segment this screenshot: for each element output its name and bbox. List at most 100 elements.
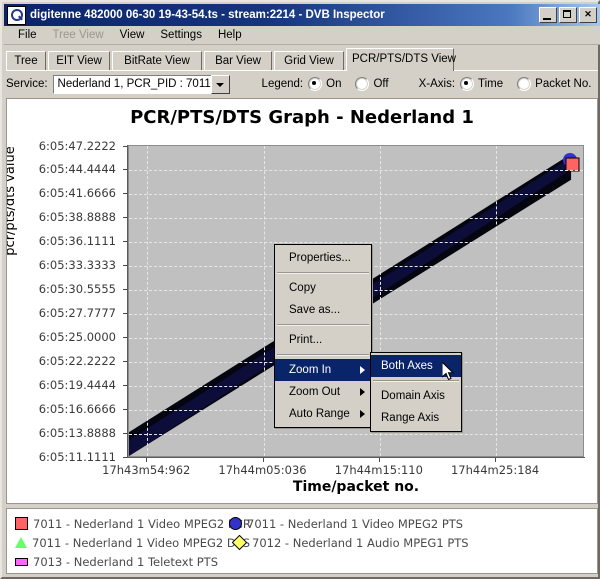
menu-file[interactable]: File <box>10 27 45 43</box>
tab-underline <box>6 70 598 71</box>
y-tick-label: 6:05:38.8888 <box>6 210 116 224</box>
y-tick-mark <box>123 313 127 314</box>
xaxis-time-radio[interactable] <box>460 77 474 91</box>
menu-settings[interactable]: Settings <box>152 27 210 43</box>
xaxis-time-label[interactable]: Time <box>478 78 503 90</box>
tab-eit-view[interactable]: EIT View <box>48 51 110 70</box>
legend-marker-rect-icon <box>15 558 28 566</box>
y-tick-mark <box>123 146 127 147</box>
y-tick-mark <box>123 217 127 218</box>
x-axis-title: Time/packet no. <box>128 479 584 495</box>
x-tick-mark <box>263 458 264 462</box>
window-title: digitenne 482000 06-30 19-43-54.ts - str… <box>30 9 539 21</box>
y-tick-mark <box>123 385 127 386</box>
context-menu-item-label: Copy <box>289 282 316 294</box>
xaxis-packet-label[interactable]: Packet No. <box>535 78 591 90</box>
y-tick-mark <box>123 193 127 194</box>
context-menu-item-label: Save as... <box>289 304 340 316</box>
vertical-gridline <box>147 146 148 456</box>
y-tick-mark <box>123 169 127 170</box>
tab-bar: TreeEIT ViewBitRate ViewBar ViewGrid Vie… <box>6 48 598 70</box>
y-tick-label: 6:05:44.4444 <box>6 162 116 176</box>
application-window: digitenne 482000 06-30 19-43-54.ts - str… <box>0 0 600 579</box>
context-menu-item-zoom-out[interactable]: Zoom Out <box>275 381 371 403</box>
legend-marker-square-icon <box>15 517 28 530</box>
chevron-right-icon <box>360 366 365 374</box>
horizontal-gridline <box>129 194 583 195</box>
legend-label: 7011 - Nederland 1 Video MPEG2 PCR <box>33 517 251 531</box>
legend-row: 7011 - Nederland 1 Video MPEG2 DTS7012 -… <box>15 533 589 552</box>
y-tick-mark <box>123 289 127 290</box>
y-tick-mark <box>123 433 127 434</box>
context-menu-item-auto-range[interactable]: Auto Range <box>275 403 371 425</box>
chart-title: PCR/PTS/DTS Graph - Nederland 1 <box>7 107 597 128</box>
legend-entry: 7011 - Nederland 1 Video MPEG2 DTS <box>15 536 253 550</box>
x-axis-line <box>127 457 585 458</box>
y-tick-label: 6:05:36.1111 <box>6 234 116 248</box>
x-tick-mark <box>495 458 496 462</box>
menu-help[interactable]: Help <box>210 27 250 43</box>
chart-toolbar: Service: Nederland 1, PCR_PID : 7011 Leg… <box>6 72 598 96</box>
y-tick-label: 6:05:41.6666 <box>6 186 116 200</box>
submenu-item-label: Both Axes <box>381 360 433 372</box>
maximize-button[interactable] <box>559 7 577 23</box>
context-menu-item-label: Zoom Out <box>289 386 340 398</box>
y-tick-label: 6:05:16.6666 <box>6 402 116 416</box>
window-buttons: ✕ <box>539 7 598 23</box>
service-select-value: Nederland 1, PCR_PID : 7011 <box>54 78 211 90</box>
y-tick-mark <box>123 409 127 410</box>
legend-on-label[interactable]: On <box>326 78 341 90</box>
legend-marker-triangle-icon <box>15 537 27 548</box>
legend-label: 7013 - Nederland 1 Teletext PTS <box>33 555 218 569</box>
context-menu-item-zoom-in[interactable]: Zoom In <box>275 359 371 381</box>
y-tick-label: 6:05:30.5555 <box>6 282 116 296</box>
close-button[interactable]: ✕ <box>579 7 597 23</box>
y-tick-label: 6:05:27.7777 <box>6 306 116 320</box>
legend-row: 7013 - Nederland 1 Teletext PTS <box>15 552 589 571</box>
context-menu-item-label: Properties... <box>289 252 351 264</box>
y-tick-label: 6:05:47.2222 <box>6 139 116 153</box>
context-menu-item-copy[interactable]: Copy <box>275 277 371 299</box>
y-tick-mark <box>123 457 127 458</box>
context-menu-item-print[interactable]: Print... <box>275 329 371 351</box>
service-label: Service: <box>6 78 48 90</box>
horizontal-gridline <box>129 434 583 435</box>
legend-off-radio[interactable] <box>355 77 369 91</box>
tab-bar-view[interactable]: Bar View <box>204 51 272 70</box>
mouse-cursor <box>442 362 456 382</box>
chart-context-menu[interactable]: Properties... Copy Save as... Print... Zoom … <box>274 244 372 428</box>
legend-marker-circle-icon <box>229 517 242 530</box>
menu-view[interactable]: View <box>112 27 153 43</box>
context-menu-item-properties[interactable]: Properties... <box>275 247 371 269</box>
context-menu-separator <box>277 324 369 326</box>
legend-off-label[interactable]: Off <box>373 78 388 90</box>
tab-bitrate-view[interactable]: BitRate View <box>112 51 202 70</box>
context-menu-separator <box>277 272 369 274</box>
minimize-button[interactable] <box>539 7 557 23</box>
y-tick-label: 6:05:22.2222 <box>6 354 116 368</box>
magnifier-icon <box>7 6 26 25</box>
menu-bar: FileTree ViewViewSettingsHelp <box>4 26 600 45</box>
context-menu-item-save-as[interactable]: Save as... <box>275 299 371 321</box>
xaxis-packet-radio[interactable] <box>517 77 531 91</box>
submenu-item-domain-axis[interactable]: Domain Axis <box>371 385 461 407</box>
tab-grid-view[interactable]: Grid View <box>274 51 344 70</box>
legend-label: 7012 - Nederland 1 Audio MPEG1 PTS <box>252 536 469 550</box>
service-select[interactable]: Nederland 1, PCR_PID : 7011 <box>53 75 229 94</box>
legend-label: 7011 - Nederland 1 Video MPEG2 DTS <box>32 536 250 550</box>
y-tick-label: 6:05:13.8888 <box>6 426 116 440</box>
x-tick-label: 17h44m05:036 <box>218 463 306 477</box>
submenu-item-range-axis[interactable]: Range Axis <box>371 407 461 429</box>
horizontal-gridline <box>129 218 583 219</box>
legend-label: Legend: <box>262 78 304 90</box>
title-bar: digitenne 482000 06-30 19-43-54.ts - str… <box>4 4 600 26</box>
tab-pcr-pts-dts-view[interactable]: PCR/PTS/DTS View <box>346 48 454 71</box>
vertical-gridline <box>496 146 497 456</box>
legend-on-radio[interactable] <box>308 77 322 91</box>
vertical-gridline <box>264 146 265 456</box>
legend-entry: 7013 - Nederland 1 Teletext PTS <box>15 555 253 569</box>
chevron-down-icon[interactable] <box>211 75 230 94</box>
horizontal-gridline <box>129 170 583 171</box>
legend-marker-diamond-icon <box>232 535 248 551</box>
tab-tree[interactable]: Tree <box>6 51 46 70</box>
